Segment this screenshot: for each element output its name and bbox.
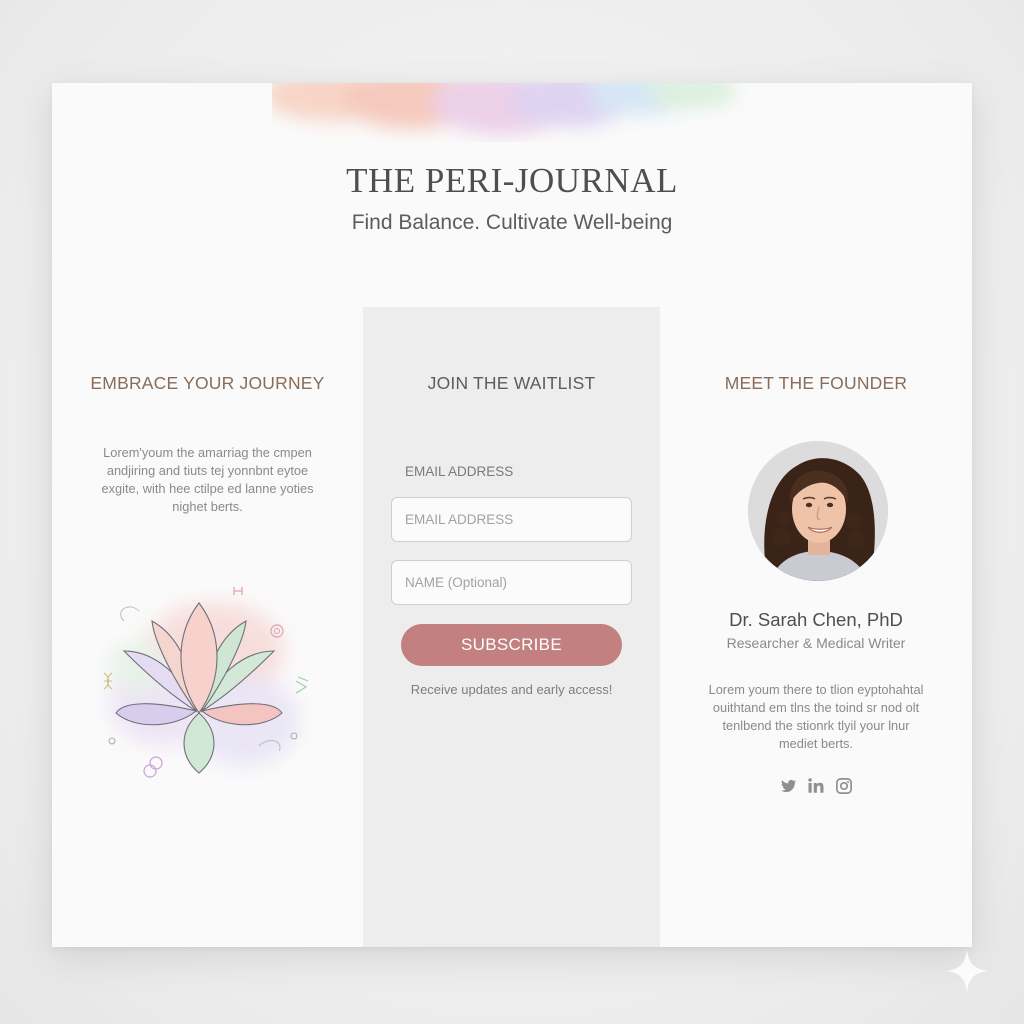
email-label: EMAIL ADDRESS (405, 464, 514, 479)
founder-avatar (748, 441, 888, 581)
lotus-illustration (84, 581, 314, 791)
waitlist-heading: JOIN THE WAITLIST (427, 373, 596, 393)
site-header: THE PERI-JOURNAL Find Balance. Cultivate… (52, 161, 972, 235)
tagline: Find Balance. Cultivate Well-being (351, 211, 673, 234)
founder-bio: Lorem youm there to tlion eyptohahtal ou… (708, 682, 924, 751)
site-title: THE PERI-JOURNAL (346, 161, 678, 200)
landing-card: THE PERI-JOURNAL Find Balance. Cultivate… (52, 83, 972, 947)
journey-section: EMBRACE YOUR JOURNEY Lorem'youm the amar… (52, 373, 363, 947)
page-background: THE PERI-JOURNAL Find Balance. Cultivate… (0, 0, 1024, 1024)
linkedin-icon[interactable] (807, 777, 825, 795)
social-links (660, 777, 972, 795)
instagram-icon[interactable] (835, 777, 853, 795)
twitter-icon[interactable] (779, 777, 797, 795)
name-field[interactable] (391, 560, 632, 605)
founder-role: Researcher & Medical Writer (726, 635, 906, 651)
founder-heading: MEET THE FOUNDER (724, 373, 908, 393)
founder-section: MEET THE FOUNDER Dr. Sarah Chen, PhD Res… (660, 373, 972, 947)
journey-description: Lorem'youm the amarriag the cmpen andjir… (101, 445, 314, 514)
journey-heading: EMBRACE YOUR JOURNEY (90, 373, 325, 393)
sparkle-icon (946, 950, 988, 992)
watercolor-banner (272, 83, 737, 135)
founder-name: Dr. Sarah Chen, PhD (729, 609, 903, 630)
waitlist-panel: JOIN THE WAITLIST EMAIL ADDRESS SUBSCRIB… (363, 307, 660, 947)
subscribe-button[interactable]: SUBSCRIBE (401, 624, 622, 666)
waitlist-helper-text: Receive updates and early access! (410, 682, 613, 697)
email-field[interactable] (391, 497, 632, 542)
